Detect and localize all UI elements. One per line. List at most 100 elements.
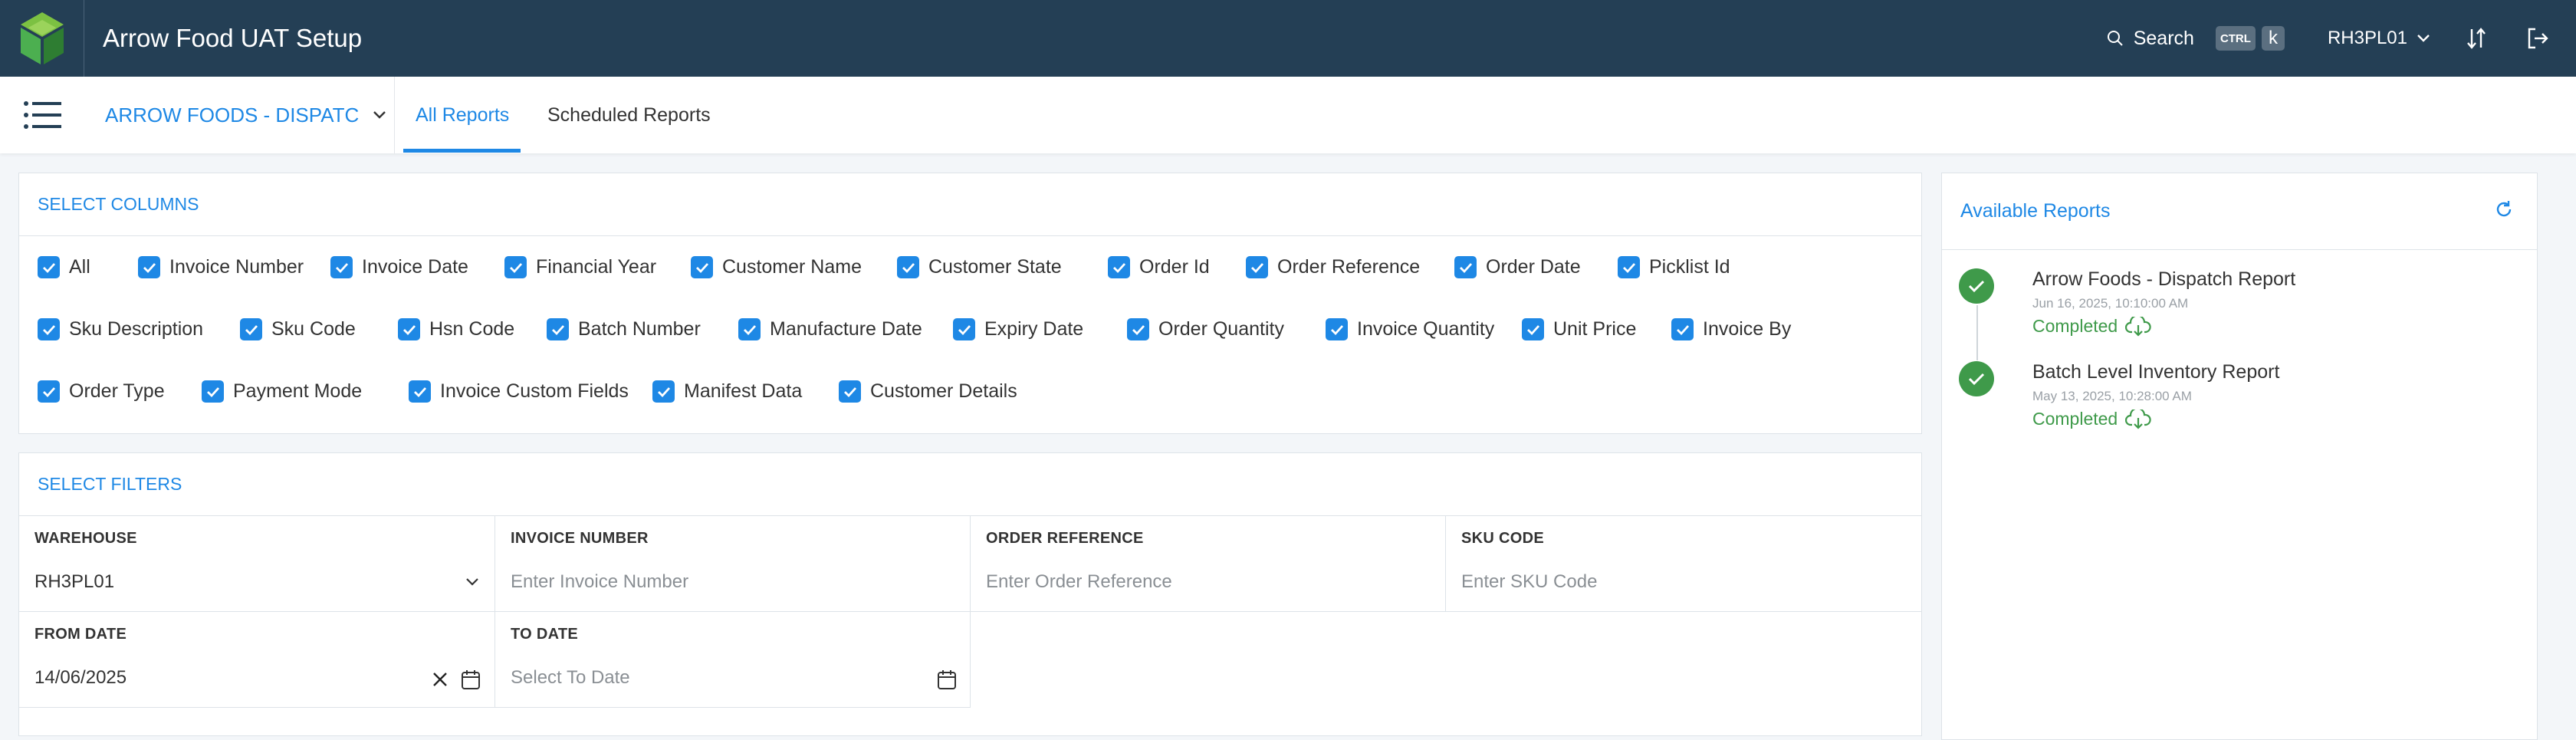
menu-toggle-button[interactable] [23, 100, 63, 130]
column-checkbox[interactable]: Financial Year [504, 256, 656, 278]
checkbox-checked-icon[interactable] [1454, 256, 1477, 278]
column-checkbox[interactable]: Manifest Data [652, 380, 802, 403]
column-checkbox[interactable]: Manufacture Date [738, 318, 922, 340]
report-item[interactable]: Arrow Foods - Dispatch Report Jun 16, 20… [1959, 268, 2496, 345]
checkbox-checked-icon[interactable] [1127, 318, 1149, 340]
column-checkbox[interactable]: Order Date [1454, 256, 1581, 278]
checkbox-checked-icon[interactable] [1108, 256, 1130, 278]
checkbox-checked-icon[interactable] [38, 318, 60, 340]
clear-icon[interactable] [432, 671, 449, 688]
cloud-download-icon[interactable] [2125, 316, 2151, 337]
column-checkbox[interactable]: Invoice Date [330, 256, 468, 278]
sort-button[interactable] [2461, 23, 2492, 54]
column-checkbox[interactable]: Unit Price [1522, 318, 1636, 340]
calendar-icon[interactable] [937, 669, 957, 690]
checkbox-checked-icon[interactable] [1326, 318, 1348, 340]
column-checkbox-label: Invoice Custom Fields [440, 380, 629, 402]
column-checkbox[interactable]: Invoice Number [138, 256, 304, 278]
checkbox-checked-icon[interactable] [652, 380, 675, 403]
invoice-number-input[interactable]: Enter Invoice Number [511, 571, 688, 593]
column-checkbox[interactable]: Sku Code [240, 318, 356, 340]
user-menu[interactable]: RH3PL01 [2328, 28, 2430, 49]
calendar-icon[interactable] [461, 669, 481, 690]
checkbox-checked-icon[interactable] [202, 380, 224, 403]
refresh-icon[interactable] [2494, 199, 2514, 219]
checkbox-checked-icon[interactable] [1522, 318, 1544, 340]
column-checkbox[interactable]: Order Id [1108, 256, 1210, 278]
from-date-label: FROM DATE [34, 626, 127, 643]
checkbox-checked-icon[interactable] [1671, 318, 1694, 340]
column-checkbox[interactable]: Customer State [897, 256, 1062, 278]
checkbox-checked-icon[interactable] [38, 256, 60, 278]
column-checkbox[interactable]: Customer Details [839, 380, 1017, 403]
column-checkbox[interactable]: Order Reference [1246, 256, 1420, 278]
checkbox-checked-icon[interactable] [330, 256, 353, 278]
report-status-label: Completed [2032, 316, 2118, 336]
tab-all-reports[interactable]: All Reports [416, 77, 509, 153]
cloud-download-icon[interactable] [2125, 409, 2151, 429]
column-checkbox[interactable]: Expiry Date [953, 318, 1083, 340]
column-checkbox-label: Expiry Date [984, 318, 1084, 340]
warehouse-select[interactable]: RH3PL01 [34, 571, 114, 593]
column-checkbox[interactable]: Customer Name [691, 256, 862, 278]
column-checkbox[interactable]: All [38, 256, 90, 278]
global-search-button[interactable]: Search CTRL k [2106, 26, 2285, 51]
column-checkbox-label: All [69, 256, 90, 278]
report-name: Arrow Foods - Dispatch Report [2032, 268, 2296, 290]
sku-code-input[interactable]: Enter SKU Code [1461, 571, 1597, 593]
checkbox-checked-icon[interactable] [409, 380, 431, 403]
logout-button[interactable] [2522, 23, 2553, 54]
column-checkbox[interactable]: Invoice Custom Fields [409, 380, 629, 403]
column-checkbox-label: Order Date [1486, 256, 1581, 278]
column-checkbox-label: Batch Number [578, 318, 701, 340]
checkbox-checked-icon[interactable] [398, 318, 420, 340]
order-reference-label: ORDER REFERENCE [986, 530, 1144, 547]
checkbox-checked-icon[interactable] [547, 318, 569, 340]
report-status: Completed [2032, 316, 2151, 337]
tab-scheduled-reports[interactable]: Scheduled Reports [547, 77, 711, 153]
report-date: May 13, 2025, 10:28:00 AM [2032, 389, 2192, 403]
app-logo-icon[interactable] [0, 0, 84, 77]
order-reference-filter: ORDER REFERENCE Enter Order Reference [971, 516, 1446, 612]
report-navigation: ARROW FOODS - DISPATC All Reports Schedu… [0, 77, 2576, 153]
column-checkbox[interactable]: Order Type [38, 380, 165, 403]
column-checkbox-label: Invoice Number [169, 256, 304, 278]
shortcut-k: k [2261, 26, 2285, 51]
column-checkbox[interactable]: Invoice Quantity [1326, 318, 1494, 340]
report-status-label: Completed [2032, 409, 2118, 429]
chevron-down-icon[interactable] [465, 577, 479, 587]
from-date-input[interactable]: 14/06/2025 [34, 667, 127, 689]
report-type-dropdown[interactable]: ARROW FOODS - DISPATC [105, 77, 386, 153]
column-checkbox[interactable]: Order Quantity [1127, 318, 1284, 340]
column-checkbox-label: Order Id [1139, 256, 1210, 278]
chevron-down-icon [373, 111, 386, 119]
column-checkbox[interactable]: Batch Number [547, 318, 701, 340]
checkbox-checked-icon[interactable] [1246, 256, 1268, 278]
column-checkbox[interactable]: Payment Mode [202, 380, 362, 403]
column-checkbox-label: Customer State [928, 256, 1062, 278]
checkbox-checked-icon[interactable] [504, 256, 527, 278]
checkbox-checked-icon[interactable] [691, 256, 713, 278]
column-checkbox-label: Order Type [69, 380, 165, 402]
column-checkbox[interactable]: Sku Description [38, 318, 203, 340]
report-item[interactable]: Batch Level Inventory Report May 13, 202… [1959, 361, 2496, 438]
checkbox-checked-icon[interactable] [839, 380, 861, 403]
checkbox-checked-icon[interactable] [138, 256, 160, 278]
order-reference-input[interactable]: Enter Order Reference [986, 571, 1172, 593]
checkbox-checked-icon[interactable] [38, 380, 60, 403]
sku-code-label: SKU CODE [1461, 530, 1544, 547]
select-filters-panel: SELECT FILTERS WAREHOUSE RH3PL01 INVOICE… [18, 452, 1922, 736]
checkbox-checked-icon[interactable] [1618, 256, 1640, 278]
hamburger-icon [24, 101, 61, 129]
completed-check-icon [1959, 361, 1994, 396]
column-checkbox[interactable]: Picklist Id [1618, 256, 1730, 278]
checkbox-checked-icon[interactable] [897, 256, 919, 278]
checkbox-checked-icon[interactable] [240, 318, 262, 340]
select-filters-title: SELECT FILTERS [19, 453, 1921, 516]
checkbox-checked-icon[interactable] [738, 318, 761, 340]
to-date-input[interactable]: Select To Date [511, 667, 630, 689]
column-checkbox[interactable]: Hsn Code [398, 318, 514, 340]
column-checkbox[interactable]: Invoice By [1671, 318, 1791, 340]
checkbox-checked-icon[interactable] [953, 318, 975, 340]
invoice-number-filter: INVOICE NUMBER Enter Invoice Number [495, 516, 971, 612]
